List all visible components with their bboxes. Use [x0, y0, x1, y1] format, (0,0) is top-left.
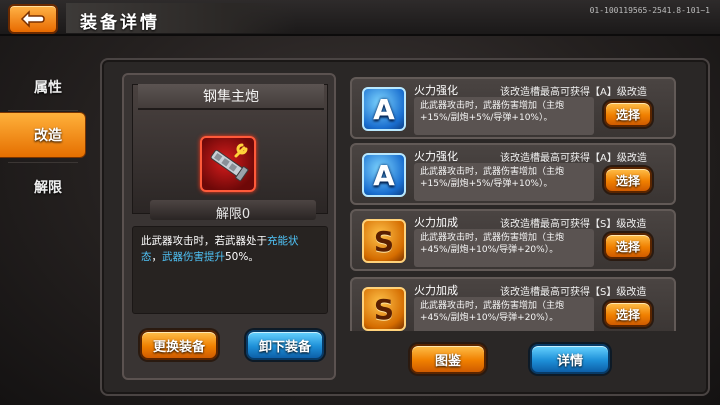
desc-text: 50%。	[225, 251, 259, 263]
sidebar-divider	[8, 162, 78, 163]
mod-name: 火力强化	[414, 150, 458, 163]
page-title: 装备详情	[80, 13, 160, 33]
mod-slot-info: 该改造槽最高可获得【S】级改造	[500, 287, 647, 298]
unlock-level: 解限0	[215, 207, 251, 222]
mod-description: 此武器攻击时，武器伤害增加（主炮+45%/副炮+10%/导弹+20%）。	[414, 297, 594, 331]
sidebar-divider	[8, 110, 78, 111]
select-button[interactable]: 选择	[604, 233, 652, 259]
weapon-name: 钢隼主炮	[138, 84, 324, 110]
mod-description: 此武器攻击时，武器伤害增加（主炮+15%/副炮+5%/导弹+10%）。	[414, 97, 594, 135]
mod-name: 火力加成	[414, 216, 458, 229]
detail-button[interactable]: 详情	[530, 344, 610, 374]
top-bar: 装备详情 01-100119565-2541.8-101~1	[0, 0, 720, 36]
cannon-icon	[210, 143, 249, 182]
select-button[interactable]: 选择	[604, 101, 652, 127]
back-button[interactable]	[8, 4, 58, 34]
select-button[interactable]: 选择	[604, 301, 652, 327]
weapon-description: 此武器攻击时，若武器处于充能状态，武器伤害提升50%。	[132, 226, 328, 314]
wrench-icon	[234, 143, 248, 158]
codex-button[interactable]: 图鉴	[410, 344, 486, 374]
mod-description: 此武器攻击时，武器伤害增加（主炮+15%/副炮+5%/导弹+10%）。	[414, 163, 594, 201]
select-button[interactable]: 选择	[604, 167, 652, 193]
mod-slot: S 火力加成 该改造槽最高可获得【S】级改造 此武器攻击时，武器伤害增加（主炮+…	[350, 277, 676, 331]
mod-name: 火力强化	[414, 84, 458, 97]
build-code: 01-100119565-2541.8-101~1	[589, 6, 710, 15]
mod-description: 此武器攻击时，武器伤害增加（主炮+45%/副炮+10%/导弹+20%）。	[414, 229, 594, 267]
back-arrow-icon	[20, 10, 45, 28]
title-banner: 装备详情	[66, 3, 296, 33]
mod-slot-info: 该改造槽最高可获得【A】级改造	[500, 87, 647, 98]
sidebar-item-label: 解限	[34, 180, 62, 196]
sidebar-item-unlock[interactable]: 解限	[0, 164, 86, 210]
modification-list[interactable]: A 火力强化 该改造槽最高可获得【A】级改造 此武器攻击时，武器伤害增加（主炮+…	[346, 73, 676, 331]
unequip-button[interactable]: 卸下装备	[246, 330, 324, 360]
sidebar-item-attributes[interactable]: 属性	[0, 64, 86, 110]
desc-highlight: 武器伤害提升	[162, 251, 225, 263]
desc-text: 此武器攻击时，若武器处于	[141, 235, 267, 247]
sidebar-item-label: 属性	[34, 80, 62, 96]
weapon-icon[interactable]	[200, 136, 256, 192]
mod-slot: S 火力加成 该改造槽最高可获得【S】级改造 此武器攻击时，武器伤害增加（主炮+…	[350, 209, 676, 271]
grade-s-icon: S	[362, 287, 406, 331]
equipment-detail-screen: 装备详情 01-100119565-2541.8-101~1 属性 改造 解限 …	[0, 0, 720, 405]
mod-slot-info: 该改造槽最高可获得【S】级改造	[500, 219, 647, 230]
mod-name: 火力加成	[414, 284, 458, 297]
grade-a-icon: A	[362, 87, 406, 131]
desc-text: ，	[151, 251, 163, 263]
grade-s-icon: S	[362, 219, 406, 263]
sidebar-item-modify[interactable]: 改造	[0, 112, 86, 158]
grade-a-icon: A	[362, 153, 406, 197]
sidebar-item-label: 改造	[34, 128, 62, 144]
mod-slot-info: 该改造槽最高可获得【A】级改造	[500, 153, 647, 164]
mod-slot: A 火力强化 该改造槽最高可获得【A】级改造 此武器攻击时，武器伤害增加（主炮+…	[350, 77, 676, 139]
replace-equipment-button[interactable]: 更换装备	[140, 330, 218, 360]
mod-slot: A 火力强化 该改造槽最高可获得【A】级改造 此武器攻击时，武器伤害增加（主炮+…	[350, 143, 676, 205]
